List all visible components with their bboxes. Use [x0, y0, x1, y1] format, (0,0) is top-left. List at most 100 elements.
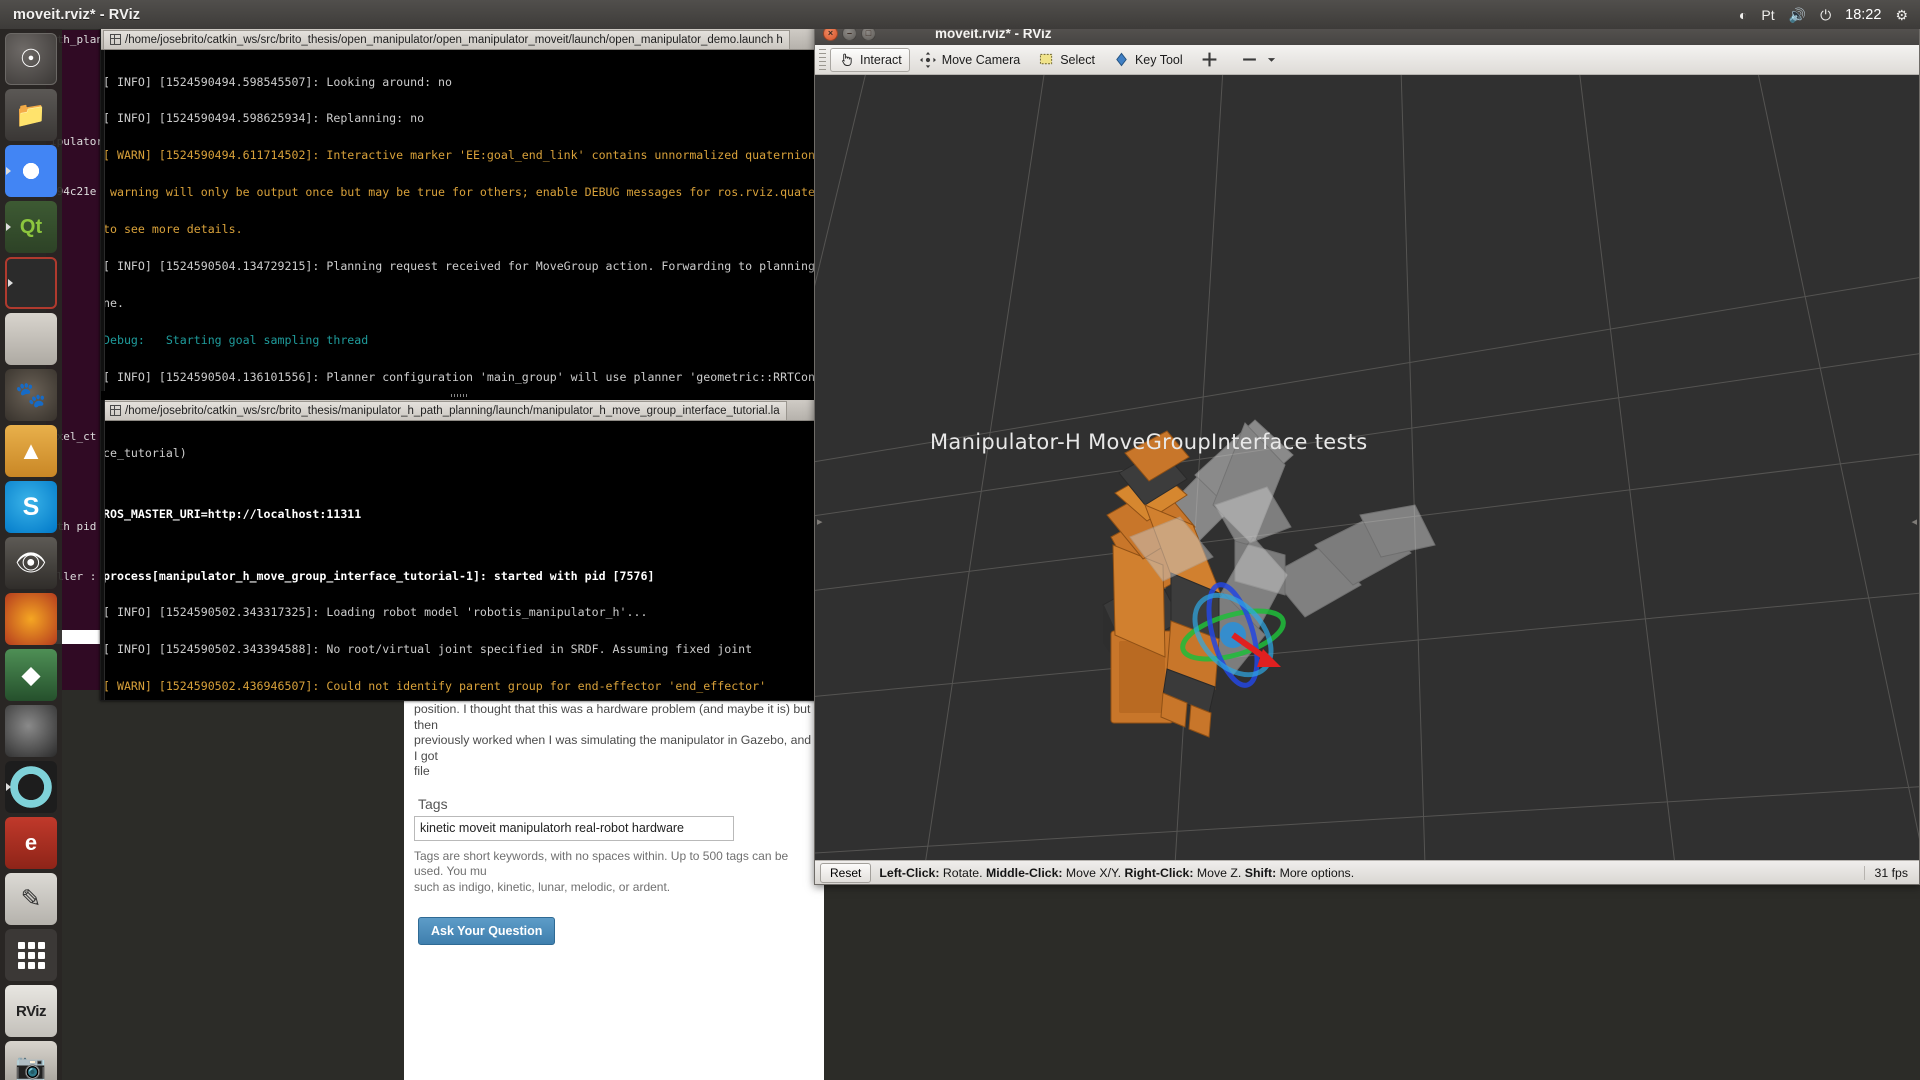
term-line: process[manipulator_h_move_group_interfa…: [103, 568, 655, 583]
ubuntu-icon: ☉: [19, 44, 43, 73]
tags-help-line: Tags are short keywords, with no spaces …: [414, 848, 789, 879]
move-camera-tool-button[interactable]: Move Camera: [912, 48, 1029, 72]
unity-top-panel[interactable]: moveit.rviz* - RViz ◐ Pt 🔊 ⏻ 18:22 ⚙: [0, 0, 1920, 29]
launcher-item-rviz[interactable]: RViz: [5, 985, 57, 1037]
editor-icon: e: [24, 830, 38, 855]
toolbar-grip[interactable]: [819, 48, 826, 71]
launcher-item-firefox[interactable]: [5, 593, 57, 645]
hand-cursor-icon: [838, 51, 855, 68]
launcher-item-gimp[interactable]: 🐾: [5, 369, 57, 421]
right-panel-expander[interactable]: ◂: [1911, 515, 1917, 528]
key-tool-label: Key Tool: [1134, 52, 1183, 67]
remove-tool-button[interactable]: [1233, 48, 1293, 72]
plus-icon: [1201, 51, 1218, 68]
vlc-cone-icon: ▲: [18, 436, 44, 465]
launcher-item-chrome[interactable]: [5, 145, 57, 197]
terminal-tabbar-top[interactable]: /home/josebrito/catkin_ws/src/brito_thes…: [101, 29, 817, 50]
interact-tool-button[interactable]: Interact: [830, 47, 910, 72]
diamond-icon: [1113, 51, 1130, 68]
term-line: to see more details.: [103, 222, 243, 237]
terminal-tab-title: /home/josebrito/catkin_ws/src/brito_thes…: [125, 33, 783, 46]
hint-shift-val: More options.: [1276, 865, 1355, 880]
launcher-item-files[interactable]: 📁: [5, 89, 57, 141]
term-line: [ INFO] [1524590502.343317325]: Loading …: [103, 605, 648, 620]
selection-rectangle-icon: [1038, 51, 1055, 68]
hint-shift-key: Shift:: [1244, 865, 1277, 880]
power-icon[interactable]: ⏻: [1820, 8, 1831, 22]
add-tool-button[interactable]: [1193, 48, 1231, 72]
terminal-pane-splitter[interactable]: [101, 391, 817, 400]
grid-icon: [110, 34, 121, 45]
grid-icon: [110, 405, 121, 416]
hint-right-click-val: Move Z.: [1193, 865, 1242, 880]
fps-counter: 31 fps: [1863, 865, 1915, 880]
move-camera-icon: [920, 51, 937, 68]
select-tool-button[interactable]: Select: [1030, 48, 1103, 72]
camera-icon: 📷: [15, 1052, 47, 1080]
folder-icon: 📁: [15, 100, 47, 129]
tags-input[interactable]: [414, 815, 734, 841]
indicator-area[interactable]: ◐ Pt 🔊 ⏻ 18:22 ⚙: [1739, 0, 1920, 29]
gear-icon[interactable]: ⚙: [1895, 8, 1908, 22]
launcher-item-eye-of-gnome[interactable]: 👁: [5, 537, 57, 589]
terminal-scroll-left: [101, 50, 105, 700]
main-terminal-window[interactable]: /home/josebrito/catkin_ws/src/brito_thes…: [100, 28, 818, 701]
term-line: ne.: [103, 295, 124, 310]
terminal-tab[interactable]: /home/josebrito/catkin_ws/src/brito_thes…: [103, 400, 787, 420]
term-line: Debug: Starting goal sampling thread: [103, 332, 369, 347]
notepad-icon: ✎: [20, 884, 42, 913]
launcher-item-terminal[interactable]: [5, 257, 57, 309]
hint-left-click-key: Left-Click:: [879, 865, 940, 880]
question-body-line: previously worked when I was simulating …: [414, 733, 812, 763]
launcher-item-ubuntu-dash[interactable]: ☉: [5, 33, 57, 85]
launcher-item-editor-red[interactable]: e: [5, 817, 57, 869]
browser-window[interactable]: position. I thought that this was a hard…: [404, 696, 824, 1080]
launcher-item-disc-burner[interactable]: [5, 705, 57, 757]
rviz-scene: [815, 75, 1919, 860]
left-panel-expander[interactable]: ▸: [817, 515, 823, 528]
select-tool-label: Select: [1060, 52, 1095, 67]
term-line: [ INFO] [1524590504.134729215]: Planning…: [103, 259, 817, 274]
term-line: [ WARN] [1524590494.611714502]: Interact…: [103, 148, 817, 163]
gimp-icon: 🐾: [15, 380, 47, 409]
tags-help-text: Tags are short keywords, with no spaces …: [414, 849, 816, 896]
chevron-down-icon[interactable]: [1263, 51, 1280, 68]
launcher-item-camera[interactable]: 📷: [5, 1041, 57, 1080]
tags-help-line: such as indigo, kinetic, lunar, melodic,…: [414, 879, 671, 894]
launcher-item-file-manager[interactable]: [5, 313, 57, 365]
keyboard-layout-indicator[interactable]: Pt: [1761, 8, 1774, 22]
term-line: [ WARN] [1524590502.436946507]: Could no…: [103, 679, 767, 694]
focused-window-title: moveit.rviz* - RViz: [13, 6, 141, 23]
ask-your-question-button[interactable]: Ask Your Question: [418, 917, 556, 945]
launcher-item-skype[interactable]: S: [5, 481, 57, 533]
rviz-icon: RViz: [16, 1002, 46, 1020]
unity-launcher[interactable]: ☉ 📁 Qt 🐾 ▲ S 👁 ◆ e ✎ RViz 📷: [0, 29, 62, 1080]
move-camera-tool-label: Move Camera: [941, 52, 1021, 67]
key-tool-button[interactable]: Key Tool: [1105, 48, 1191, 72]
reset-button[interactable]: Reset: [820, 862, 872, 883]
rviz-3d-viewport[interactable]: Manipulator-H MoveGroupInterface tests ▸…: [815, 75, 1919, 860]
launcher-item-ring-app[interactable]: [5, 761, 57, 813]
question-body-line: file: [414, 764, 430, 778]
qt-icon: Qt: [19, 215, 43, 238]
wifi-icon[interactable]: ◐: [1739, 8, 1747, 22]
terminal-tabbar-bottom[interactable]: /home/josebrito/catkin_ws/src/brito_thes…: [101, 400, 817, 421]
status-hint: Left-Click: Rotate. Middle-Click: Move X…: [879, 866, 1354, 880]
terminal-tab[interactable]: /home/josebrito/catkin_ws/src/brito_thes…: [103, 29, 790, 49]
question-body-line: position. I thought that this was a hard…: [414, 702, 811, 732]
terminal-output-bottom: ce_tutorial) ROS_MASTER_URI=http://local…: [101, 421, 817, 701]
hint-right-click-key: Right-Click:: [1124, 865, 1194, 880]
launcher-item-gedit[interactable]: ✎: [5, 873, 57, 925]
clock[interactable]: 18:22: [1845, 7, 1881, 23]
launcher-item-qt-creator[interactable]: Qt: [5, 201, 57, 253]
launcher-item-vlc[interactable]: ▲: [5, 425, 57, 477]
volume-icon[interactable]: 🔊: [1789, 8, 1806, 22]
term-line: [ INFO] [1524590494.598545507]: Looking …: [103, 74, 453, 89]
desktop-root: ith_planning/launch/manipulator_h_move_g…: [0, 0, 1920, 1080]
apps-grid-icon: [17, 941, 45, 969]
launcher-item-show-applications[interactable]: [5, 929, 57, 981]
rviz-window[interactable]: × – □ moveit.rviz* - RViz Interact Move …: [814, 20, 1920, 885]
launcher-item-gem-app[interactable]: ◆: [5, 649, 57, 701]
gem-icon: ◆: [21, 660, 41, 689]
rviz-toolbar[interactable]: Interact Move Camera Select Key Tool: [815, 45, 1919, 75]
